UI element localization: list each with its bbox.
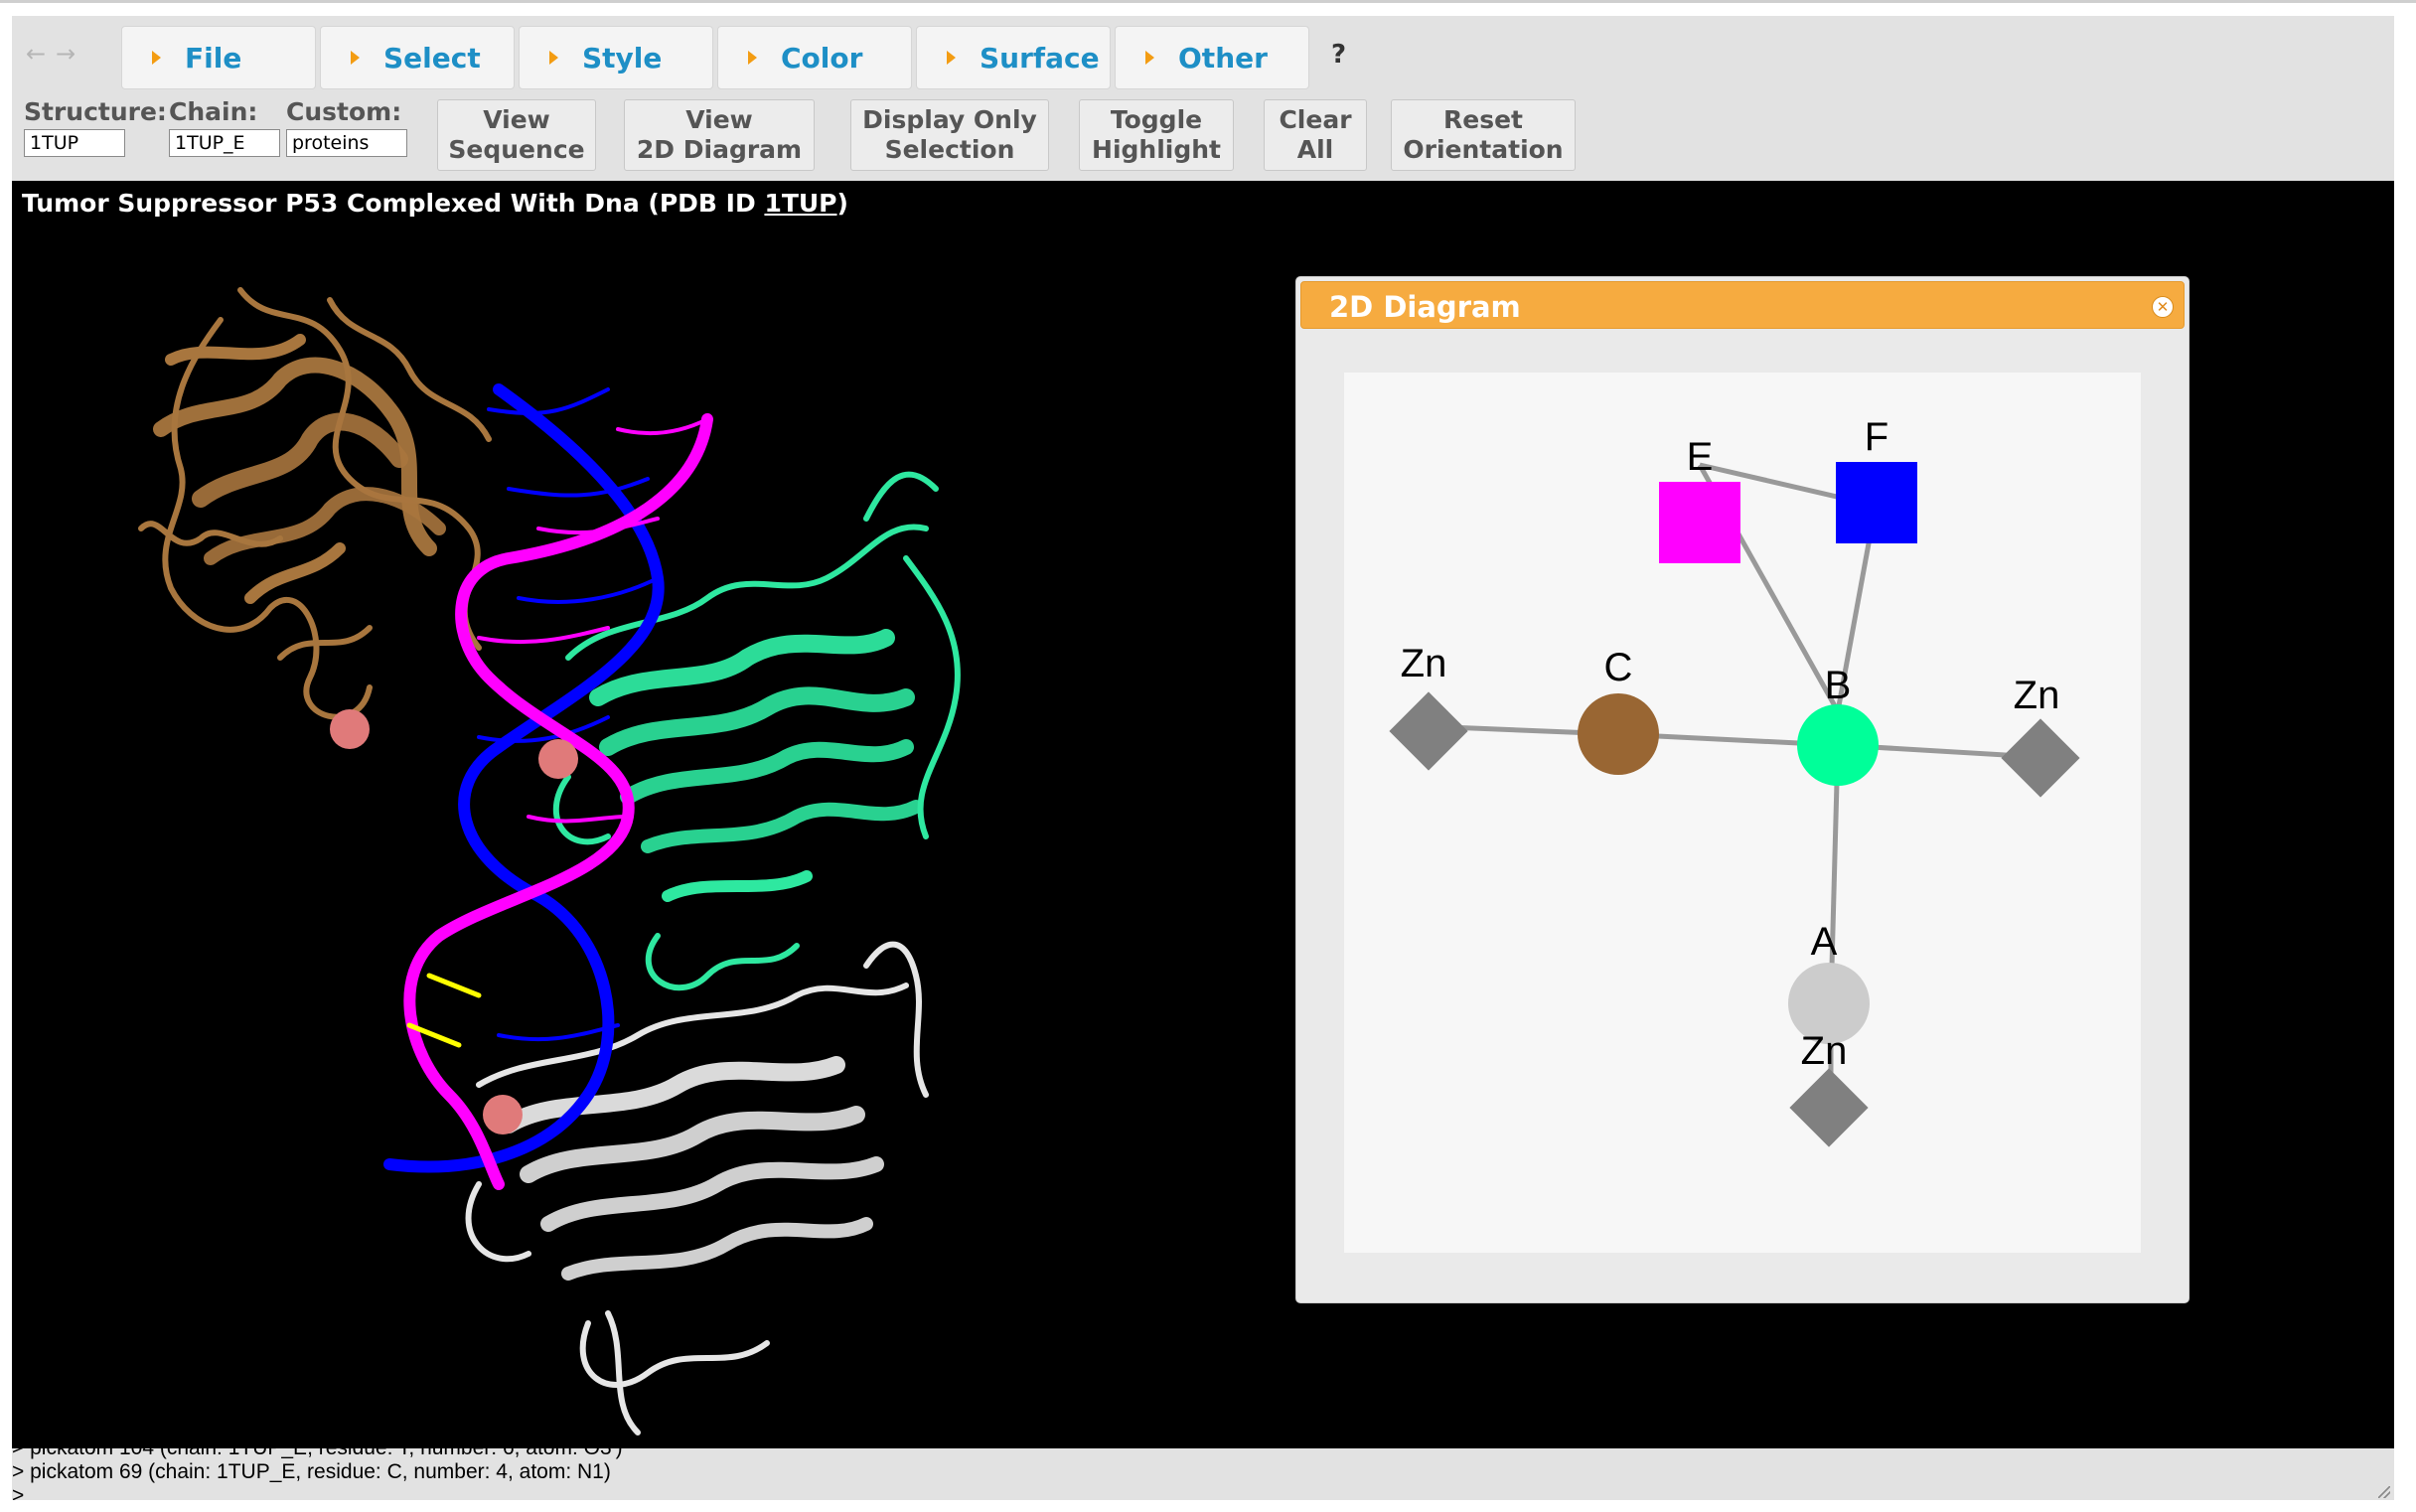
custom-input[interactable] <box>286 129 407 157</box>
2d-diagram-dialog: 2D Diagram ✕ E F Zn C B Zn A Zn <box>1295 276 2190 1303</box>
menu-color-label: Color <box>781 41 863 75</box>
chain-label: Chain: <box>169 97 258 126</box>
menu-select[interactable]: Select <box>320 26 515 89</box>
toggle-highlight-button[interactable]: Toggle Highlight <box>1079 99 1234 171</box>
view-sequence-button[interactable]: View Sequence <box>437 99 596 171</box>
back-arrow-icon[interactable]: ← <box>26 40 46 68</box>
icn3d-viewer-app: ← → File Select Style Color Surface Othe… <box>12 16 2394 1500</box>
top-border <box>0 0 2416 3</box>
structure-label: Structure: <box>24 97 167 126</box>
display-only-selection-button[interactable]: Display Only Selection <box>850 99 1049 171</box>
zinc-ion-chain-a[interactable] <box>483 1095 523 1134</box>
menu-style-label: Style <box>582 41 663 75</box>
node-c[interactable] <box>1578 693 1659 775</box>
node-f-label: F <box>1865 415 1888 459</box>
caret-right-icon <box>549 51 558 65</box>
command-console[interactable]: > pickatom 104 (chain: 1TUP_E, residue: … <box>12 1448 2394 1500</box>
console-prompt[interactable]: > <box>12 1484 24 1500</box>
node-zn-a-label: Zn <box>1801 1029 1848 1073</box>
help-link[interactable]: ? <box>1331 40 1346 70</box>
menu-file[interactable]: File <box>121 26 316 89</box>
protein-chain-b[interactable] <box>552 471 961 991</box>
protein-chain-c[interactable] <box>138 287 492 720</box>
zinc-ion-chain-c[interactable] <box>330 709 370 749</box>
view-2d-diagram-button[interactable]: View 2D Diagram <box>624 99 815 171</box>
menu-surface[interactable]: Surface <box>916 26 1111 89</box>
menu-other[interactable]: Other <box>1115 26 1309 89</box>
chain-interaction-diagram: E F Zn C B Zn A Zn <box>1389 415 2080 1147</box>
menu-color[interactable]: Color <box>717 26 912 89</box>
node-e[interactable] <box>1659 482 1740 563</box>
resize-grip-icon[interactable] <box>2378 1486 2390 1498</box>
menu-bar: ← → File Select Style Color Surface Othe… <box>12 26 1403 89</box>
node-f[interactable] <box>1836 462 1917 543</box>
node-zn-c[interactable] <box>1389 691 1468 771</box>
node-b-label: B <box>1825 664 1852 707</box>
caret-right-icon <box>947 51 956 65</box>
node-a-label: A <box>1811 920 1838 964</box>
close-icon[interactable]: ✕ <box>2152 296 2174 318</box>
menu-style[interactable]: Style <box>519 26 713 89</box>
reset-orientation-button[interactable]: Reset Orientation <box>1391 99 1576 171</box>
menu-select-label: Select <box>383 41 481 75</box>
console-line: > pickatom 104 (chain: 1TUP_E, residue: … <box>12 1448 623 1460</box>
structure-input[interactable] <box>24 129 125 157</box>
clear-all-button[interactable]: Clear All <box>1264 99 1367 171</box>
protein-chain-a[interactable] <box>465 941 929 1436</box>
caret-right-icon <box>351 51 360 65</box>
node-zn-c-label: Zn <box>1401 642 1447 685</box>
node-c-label: C <box>1604 646 1633 689</box>
node-b[interactable] <box>1797 704 1879 786</box>
node-zn-a[interactable] <box>1789 1068 1869 1147</box>
node-zn-b[interactable] <box>2001 718 2080 798</box>
dialog-titlebar[interactable]: 2D Diagram ✕ <box>1300 281 2185 329</box>
menu-other-label: Other <box>1178 41 1268 75</box>
chain-input[interactable] <box>169 129 280 157</box>
forward-arrow-icon[interactable]: → <box>56 40 76 68</box>
node-zn-b-label: Zn <box>2014 674 2060 717</box>
console-line: > pickatom 69 (chain: 1TUP_E, residue: C… <box>12 1460 611 1483</box>
molecule-render <box>138 287 961 1436</box>
caret-right-icon <box>152 51 161 65</box>
zinc-ion-chain-b[interactable] <box>538 739 578 779</box>
diagram-canvas: E F Zn C B Zn A Zn <box>1344 373 2141 1253</box>
custom-label: Custom: <box>286 97 402 126</box>
molecule-viewer-canvas[interactable]: Tumor Suppressor P53 Complexed With Dna … <box>12 181 2394 1448</box>
node-e-label: E <box>1687 435 1714 479</box>
menu-file-label: File <box>185 41 242 75</box>
menu-surface-label: Surface <box>980 41 1100 75</box>
dialog-title: 2D Diagram <box>1329 290 1521 324</box>
caret-right-icon <box>1145 51 1154 65</box>
caret-right-icon <box>748 51 757 65</box>
